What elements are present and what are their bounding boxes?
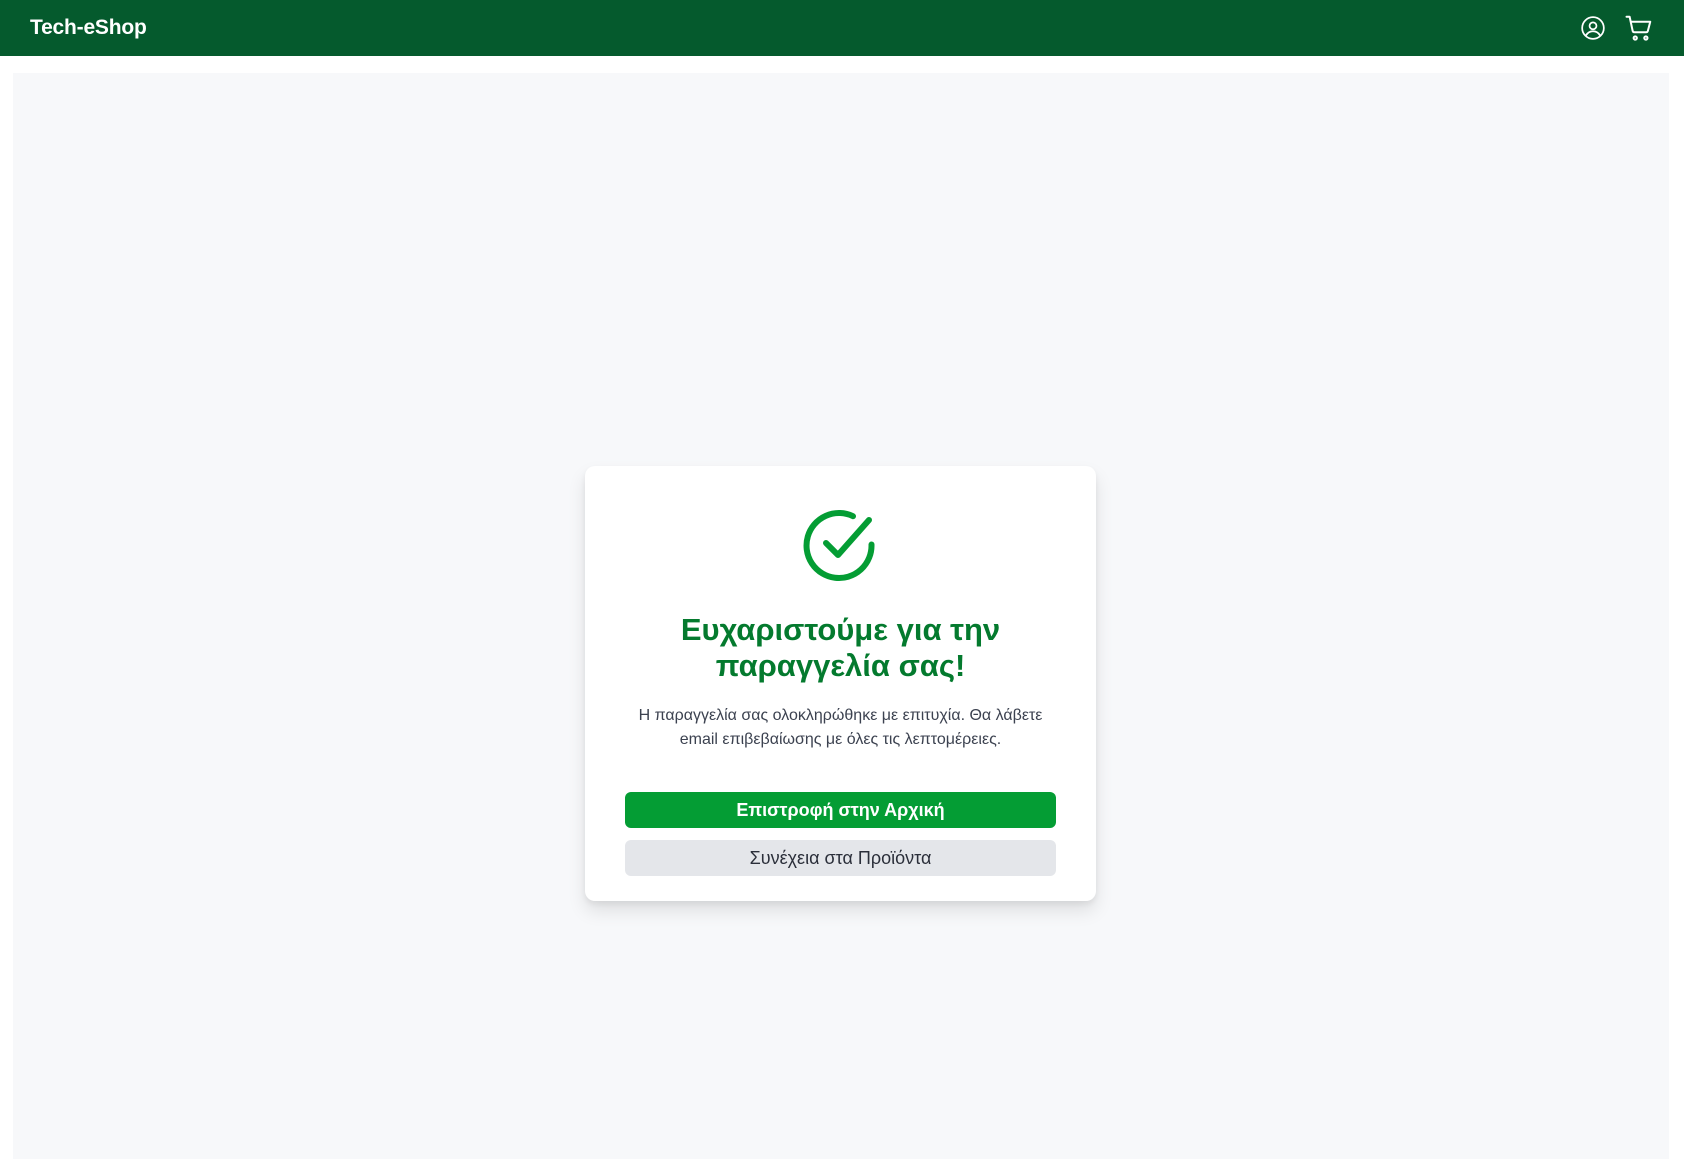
header-actions: [1580, 13, 1654, 43]
order-confirmation-card: Ευχαριστούμε για την παραγγελία σας! Η π…: [585, 466, 1096, 901]
continue-shopping-button[interactable]: Συνέχεια στα Προϊόντα: [625, 840, 1056, 876]
return-home-button[interactable]: Επιστροφή στην Αρχική: [625, 792, 1056, 828]
cart-button[interactable]: [1624, 13, 1654, 43]
confirmation-title: Ευχαριστούμε για την παραγγελία σας!: [625, 612, 1056, 684]
message-line-1: Η παραγγελία σας ολοκληρώθηκε με επιτυχί…: [638, 707, 1043, 724]
brand-logo-link[interactable]: Tech-eShop: [30, 16, 147, 40]
title-line-1: Ευχαριστούμε για την: [680, 612, 1001, 647]
top-navbar: Tech-eShop: [0, 0, 1684, 56]
main-content: Ευχαριστούμε για την παραγγελία σας! Η π…: [13, 73, 1669, 1159]
check-circle-icon: [803, 510, 875, 582]
shopping-cart-icon: [1625, 15, 1652, 41]
title-line-2: παραγγελία σας!: [715, 648, 966, 683]
confirmation-message: Η παραγγελία σας ολοκληρώθηκε με επιτυχί…: [625, 704, 1056, 752]
message-line-2: email επιβεβαίωσης με όλες τις λεπτομέρε…: [679, 731, 1002, 748]
user-circle-icon: [1581, 16, 1605, 40]
account-button[interactable]: [1580, 15, 1606, 41]
